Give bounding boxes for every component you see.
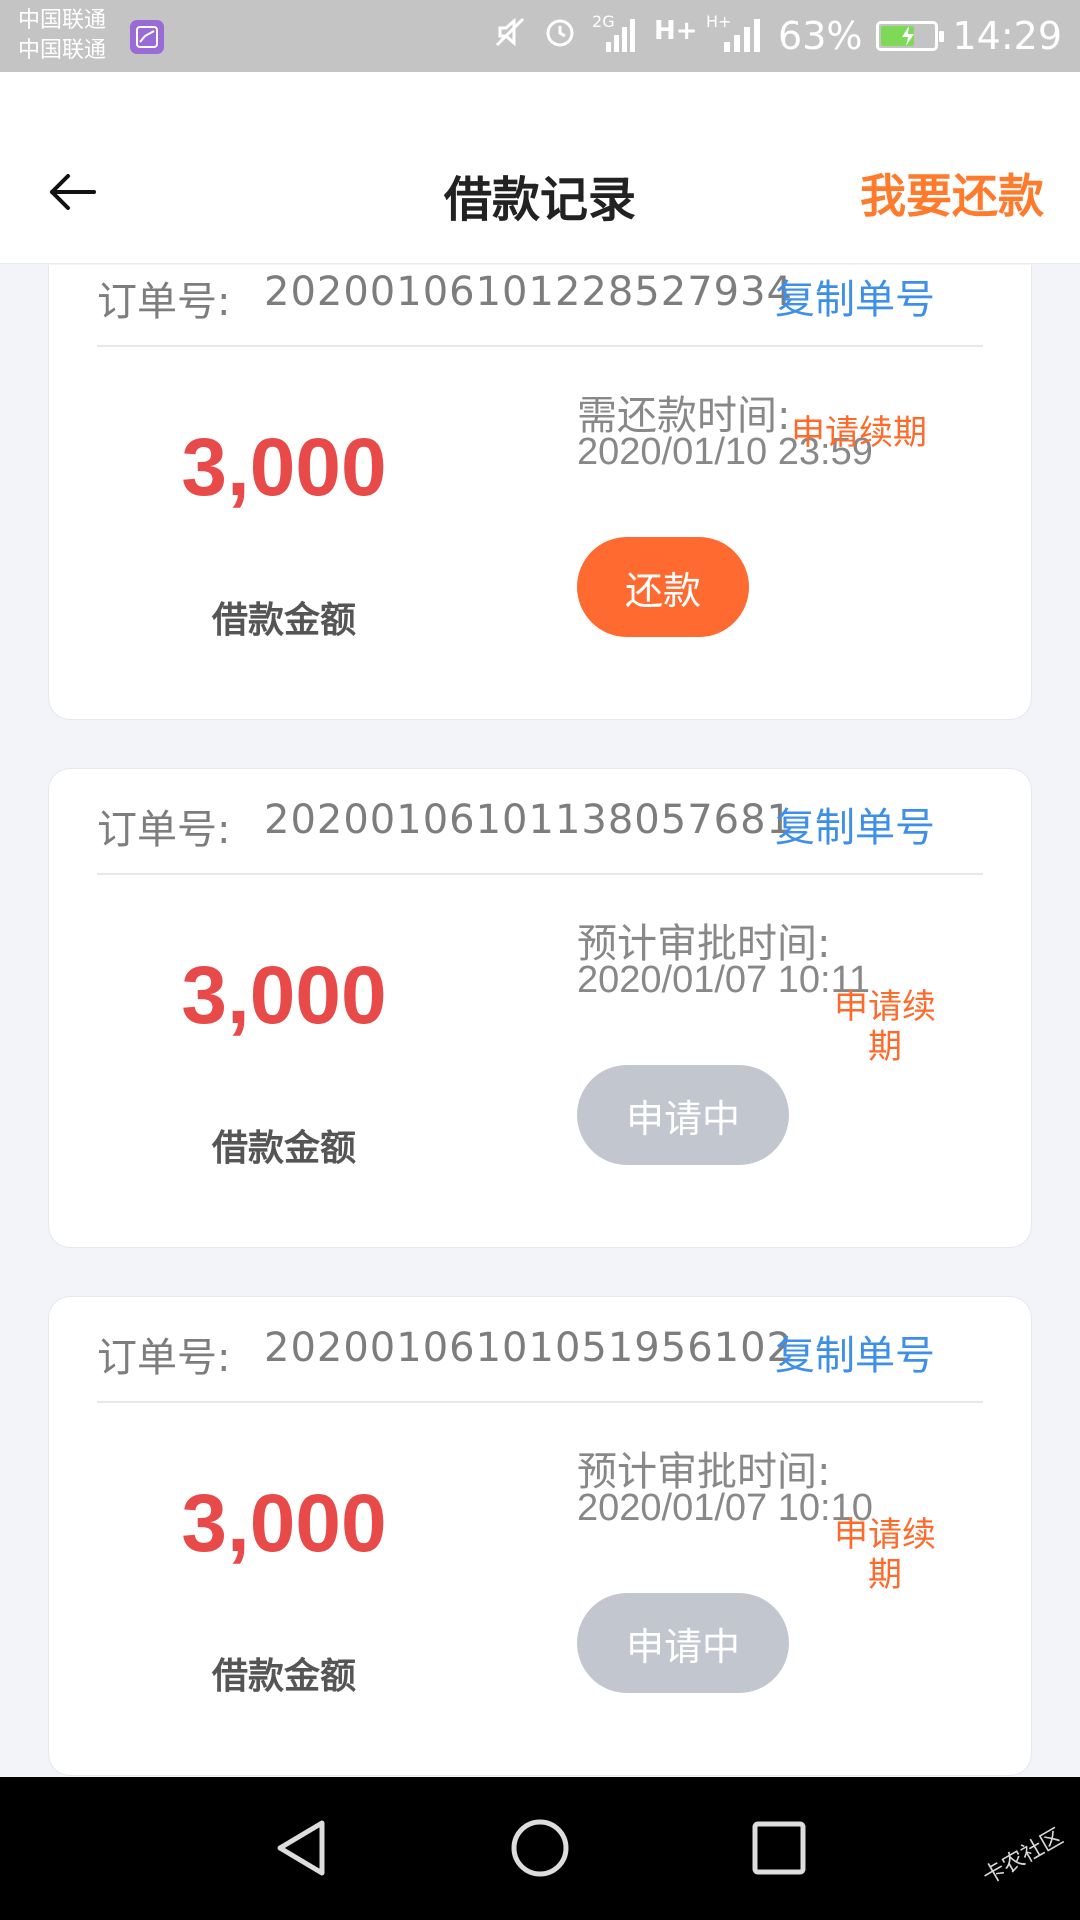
copy-order-button[interactable]: 复制单号 bbox=[775, 795, 935, 853]
system-nav-bar: 卡农社区 bbox=[0, 1777, 1080, 1920]
signal-h-label-2: H+ bbox=[706, 12, 732, 31]
alarm-icon bbox=[542, 14, 578, 59]
renew-label-line-2: 期 bbox=[868, 1027, 902, 1067]
renew-label-line-1: 申请续 bbox=[834, 987, 936, 1027]
signal-h-label-1: H+ bbox=[654, 16, 698, 46]
renew-label-line-2: 期 bbox=[868, 1555, 902, 1595]
home-circle-icon bbox=[511, 1819, 569, 1877]
order-number: 20200106101138057681 bbox=[264, 797, 793, 843]
carrier-1: 中国联通 bbox=[18, 8, 107, 33]
order-number: 20200106101228527934 bbox=[264, 269, 793, 315]
order-number: 20200106101051956102 bbox=[264, 1325, 793, 1371]
repay-now-button[interactable]: 我要还款 bbox=[860, 160, 1044, 226]
signal-h-icon: H+ bbox=[652, 16, 698, 56]
watermark: 卡农社区 bbox=[978, 1824, 1068, 1890]
order-row: 订单号: 20200106101228527934 复制单号 bbox=[97, 265, 983, 347]
record-card: 订单号: 20200106101051956102 复制单号 3,000 借款金… bbox=[48, 1296, 1032, 1776]
loan-amount: 3,000 bbox=[181, 950, 387, 1041]
pending-button: 申请中 bbox=[577, 1065, 789, 1165]
signal-2g-icon: 2G bbox=[592, 12, 638, 56]
record-card: 订单号: 20200106101228527934 复制单号 3,000 借款金… bbox=[48, 265, 1032, 720]
order-label: 订单号: bbox=[97, 279, 231, 325]
gallery-icon bbox=[130, 20, 164, 54]
pending-button: 申请中 bbox=[577, 1593, 789, 1693]
order-label: 订单号: bbox=[97, 1335, 231, 1381]
record-list[interactable]: 订单号: 20200106101228527934 复制单号 3,000 借款金… bbox=[0, 265, 1080, 1777]
renew-button[interactable]: 申请续 期 bbox=[829, 1515, 941, 1595]
loan-amount-label: 借款金额 bbox=[211, 600, 356, 641]
order-row: 订单号: 20200106101051956102 复制单号 bbox=[97, 1297, 983, 1403]
loan-amount: 3,000 bbox=[181, 1478, 387, 1569]
record-card: 订单号: 20200106101138057681 复制单号 3,000 借款金… bbox=[48, 768, 1032, 1248]
nav-recents-button[interactable] bbox=[744, 1813, 814, 1883]
nav-home-button[interactable] bbox=[505, 1813, 575, 1883]
loan-amount: 3,000 bbox=[181, 422, 387, 513]
renew-button[interactable]: 申请续期 bbox=[791, 413, 927, 453]
back-triangle-icon bbox=[277, 1820, 325, 1876]
carrier-info: 中国联通 中国联通 bbox=[18, 6, 106, 66]
order-row: 订单号: 20200106101138057681 复制单号 bbox=[97, 769, 983, 875]
signal-2g-label: 2G bbox=[592, 12, 615, 31]
nav-back-button[interactable] bbox=[266, 1813, 336, 1883]
app-header: 借款记录 我要还款 bbox=[0, 72, 1080, 264]
carrier-2: 中国联通 bbox=[18, 38, 107, 63]
status-icons: 2G H+ H+ 63% 14:29 bbox=[492, 0, 1062, 72]
loan-amount-label: 借款金额 bbox=[211, 1128, 356, 1169]
loan-amount-label: 借款金额 bbox=[211, 1656, 356, 1697]
battery-percent: 63% bbox=[778, 14, 863, 58]
approval-time-value: 2020/01/07 10:11 bbox=[577, 959, 871, 1001]
mute-icon bbox=[492, 14, 528, 59]
signal-h-plus-icon: H+ bbox=[706, 12, 764, 56]
copy-order-button[interactable]: 复制单号 bbox=[775, 1323, 935, 1381]
recents-square-icon bbox=[752, 1821, 806, 1875]
repay-button[interactable]: 还款 bbox=[577, 537, 749, 637]
status-bar: 中国联通 中国联通 2G H+ H+ 63% 14:29 bbox=[0, 0, 1080, 72]
renew-label-line-1: 申请续 bbox=[834, 1515, 936, 1555]
clock-time: 14:29 bbox=[952, 14, 1062, 58]
order-label: 订单号: bbox=[97, 807, 231, 853]
copy-order-button[interactable]: 复制单号 bbox=[775, 267, 935, 325]
renew-button[interactable]: 申请续 期 bbox=[829, 987, 941, 1067]
battery-icon bbox=[876, 21, 945, 51]
